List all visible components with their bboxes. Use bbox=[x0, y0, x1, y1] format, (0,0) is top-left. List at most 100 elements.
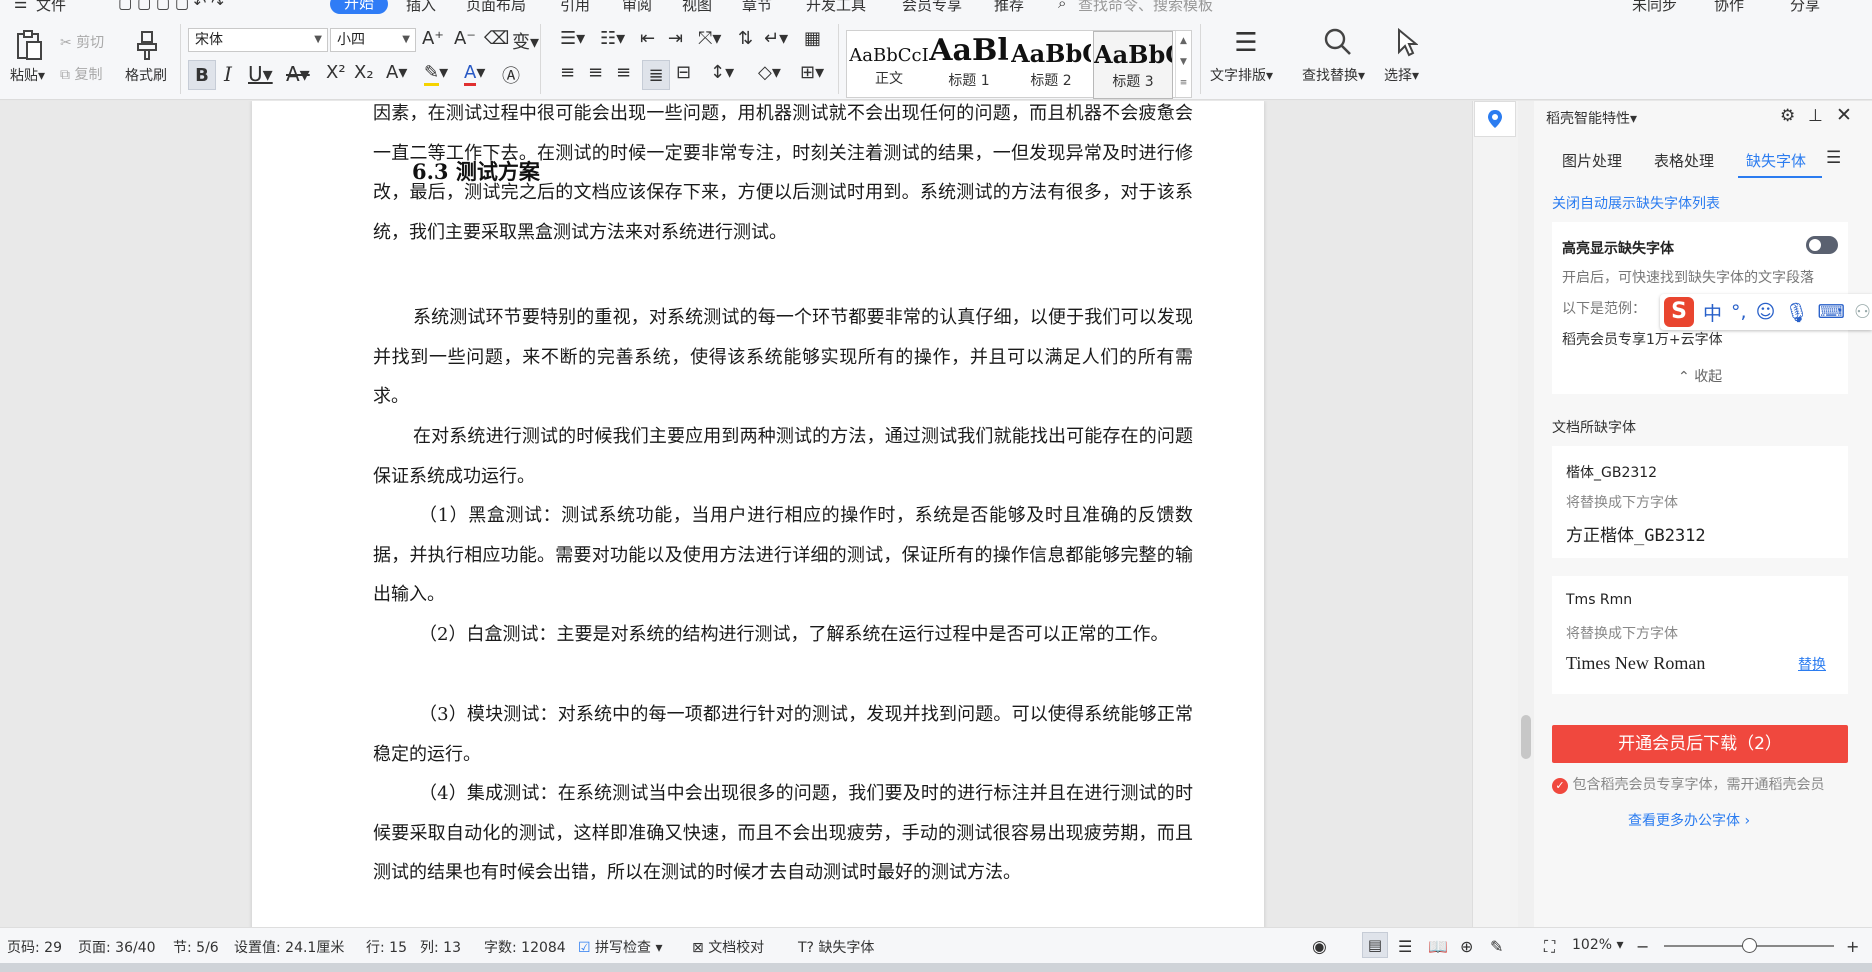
paste-icon[interactable] bbox=[12, 28, 46, 62]
cursor-select-icon[interactable] bbox=[1392, 26, 1422, 60]
location-pin-icon[interactable] bbox=[1474, 101, 1516, 137]
share-button[interactable]: 分享 bbox=[1790, 0, 1820, 14]
zoom-in-icon[interactable]: + bbox=[1846, 937, 1859, 956]
cut-button[interactable]: ✂ 剪切 bbox=[60, 32, 104, 52]
emoji-icon[interactable]: ☺ bbox=[1756, 301, 1776, 323]
skin-icon[interactable]: ⚇ bbox=[1854, 301, 1871, 323]
punctuation-icon[interactable]: °, bbox=[1731, 301, 1747, 323]
align-center-icon[interactable]: ≡ bbox=[588, 62, 603, 83]
page-code[interactable]: 页码: 29 bbox=[7, 937, 62, 957]
justify-icon[interactable]: ≣ bbox=[642, 60, 670, 90]
subscript-button[interactable]: X₂ bbox=[354, 62, 374, 83]
bullet-list-icon[interactable]: ☰▾ bbox=[560, 28, 585, 49]
highlight-icon[interactable]: ✎▾ bbox=[424, 62, 448, 86]
char-border-icon[interactable]: Ⓐ bbox=[502, 62, 520, 88]
pin-icon[interactable]: ⊥ bbox=[1808, 106, 1823, 126]
style-normal[interactable]: AaBbCcI 正文 bbox=[849, 31, 929, 99]
tab-review[interactable]: 审阅 bbox=[622, 0, 652, 14]
tab-table-processing[interactable]: 表格处理 bbox=[1654, 150, 1714, 171]
fit-page-icon[interactable]: ⛶ bbox=[1544, 937, 1555, 957]
bold-button[interactable]: B bbox=[188, 60, 216, 90]
quick-access-icons[interactable]: ▢ ▢ ▢ ▢ ↶ ↷ bbox=[118, 0, 224, 12]
tab-missing-fonts[interactable]: 缺失字体 bbox=[1746, 150, 1806, 171]
style-heading-2[interactable]: AaBbC 标题 2 bbox=[1011, 31, 1091, 99]
ime-mode[interactable]: 中 bbox=[1703, 299, 1722, 326]
zoom-slider-thumb[interactable] bbox=[1742, 938, 1757, 953]
menu-file[interactable]: 文件 bbox=[36, 0, 66, 14]
zoom-level[interactable]: 102% ▾ bbox=[1572, 937, 1624, 953]
increase-indent-icon[interactable]: ⇥ bbox=[668, 28, 683, 49]
align-right-icon[interactable]: ≡ bbox=[616, 62, 631, 83]
border-icon[interactable]: ⊞▾ bbox=[800, 62, 824, 83]
more-fonts-link[interactable]: 查看更多办公字体 › bbox=[1628, 810, 1750, 830]
align-left-icon[interactable]: ≡ bbox=[560, 62, 575, 83]
paragraph[interactable]: （3）模块测试：对系统中的每一项都进行针对的测试，发现并找到问题。可以使得系统能… bbox=[373, 695, 1193, 774]
text-layout-icon[interactable]: ☰ bbox=[1228, 26, 1264, 60]
scrollbar-track[interactable] bbox=[1518, 101, 1534, 927]
paragraph[interactable]: 在对系统进行测试的时候我们主要应用到两种测试的方法，通过测试我们就能找出可能存在… bbox=[373, 417, 1193, 496]
collapse-button[interactable]: ⌃ 收起 bbox=[1678, 366, 1722, 386]
tab-insert[interactable]: 插入 bbox=[406, 0, 436, 14]
paragraph[interactable]: 系统测试环节要特别的重视，对系统测试的每一个环节都要非常的认真仔细，以便于我们可… bbox=[373, 298, 1193, 417]
reading-view-icon[interactable]: 📖 bbox=[1428, 937, 1448, 956]
style-heading-3[interactable]: AaBbC 标题 3 bbox=[1093, 31, 1173, 99]
font-name-select[interactable]: 宋体 ▼ bbox=[188, 28, 328, 52]
section-heading[interactable]: 6.3 测试方案 bbox=[412, 156, 540, 186]
close-auto-show-link[interactable]: 关闭自动展示缺失字体列表 bbox=[1552, 193, 1720, 213]
ime-toolbar[interactable]: S 中 °, ☺ 🎙 ⌨ ⚇ bbox=[1660, 294, 1872, 330]
tab-recommend[interactable]: 推荐 bbox=[994, 0, 1024, 14]
close-icon[interactable]: ✕ bbox=[1836, 104, 1852, 126]
web-view-icon[interactable]: ⊕ bbox=[1460, 937, 1473, 956]
sync-status[interactable]: 未同步 bbox=[1632, 0, 1677, 14]
search-icon[interactable] bbox=[1320, 24, 1356, 60]
row-indicator[interactable]: 行: 15 bbox=[366, 937, 407, 957]
search-icon[interactable]: ⌕ bbox=[1058, 0, 1066, 12]
col-indicator[interactable]: 列: 13 bbox=[420, 937, 461, 957]
text-layout-button[interactable]: 文字排版▾ bbox=[1210, 65, 1273, 85]
write-icon[interactable]: ✎ bbox=[1490, 937, 1503, 956]
gear-icon[interactable]: ⚙ bbox=[1780, 106, 1795, 126]
page-view-icon[interactable]: ▤ bbox=[1362, 932, 1388, 958]
replace-button[interactable]: 替换 bbox=[1798, 654, 1826, 674]
tab-developer[interactable]: 开发工具 bbox=[806, 0, 866, 14]
eye-protect-icon[interactable]: ◉ bbox=[1312, 937, 1327, 957]
style-scroll[interactable]: ▲ ▼ ≡ bbox=[1175, 31, 1191, 97]
outline-view-icon[interactable]: ☰ bbox=[1398, 937, 1412, 956]
shrink-font-icon[interactable]: A⁻ bbox=[454, 28, 476, 49]
paragraph[interactable]: （4）集成测试：在系统测试当中会出现很多的问题，我们要及时的进行标注并且在进行测… bbox=[373, 774, 1193, 920]
superscript-button[interactable]: X² bbox=[326, 62, 346, 83]
text-direction-icon[interactable]: ⤧▾ bbox=[698, 28, 721, 49]
paragraph[interactable]: （2）白盒测试：主要是对系统的结构进行测试，了解系统在运行过程中是否可以正常的工… bbox=[373, 615, 1193, 655]
table-grid-icon[interactable]: ▦ bbox=[804, 28, 821, 49]
sogou-logo-icon[interactable]: S bbox=[1664, 297, 1694, 327]
font-size-select[interactable]: 小四 ▼ bbox=[330, 28, 416, 52]
tab-references[interactable]: 引用 bbox=[560, 0, 590, 14]
select-button[interactable]: 选择▾ bbox=[1384, 65, 1419, 85]
keyboard-icon[interactable]: ⌨ bbox=[1818, 301, 1845, 323]
section-indicator[interactable]: 节: 5/6 bbox=[173, 937, 219, 957]
panel-title[interactable]: 稻壳智能特性▾ bbox=[1546, 108, 1637, 128]
italic-button[interactable]: I bbox=[224, 62, 232, 86]
scrollbar-thumb[interactable] bbox=[1521, 715, 1531, 759]
font-color-icon[interactable]: A▾ bbox=[464, 62, 485, 86]
paste-label[interactable]: 粘贴▾ bbox=[10, 65, 45, 85]
menu-icon[interactable]: ☰ bbox=[1826, 148, 1841, 168]
line-break-icon[interactable]: ↵▾ bbox=[764, 28, 788, 49]
numbered-list-icon[interactable]: ☷▾ bbox=[600, 28, 625, 49]
strikethrough-button[interactable]: A▾ bbox=[286, 62, 310, 86]
format-painter-label[interactable]: 格式刷 bbox=[125, 65, 167, 85]
spell-check-button[interactable]: ☑ 拼写检查 ▾ bbox=[578, 937, 663, 957]
zoom-out-icon[interactable]: − bbox=[1636, 937, 1649, 956]
copy-button[interactable]: ⧉ 复制 bbox=[60, 64, 102, 84]
tab-page-layout[interactable]: 页面布局 bbox=[466, 0, 526, 14]
download-fonts-button[interactable]: 开通会员后下载（2） bbox=[1552, 725, 1848, 763]
line-spacing-icon[interactable]: ↕▾ bbox=[710, 62, 734, 83]
clear-format-icon[interactable]: ⌫ bbox=[484, 28, 509, 49]
collab-button[interactable]: 协作 bbox=[1714, 0, 1744, 14]
text-effect-button[interactable]: A▾ bbox=[386, 62, 407, 83]
microphone-icon[interactable]: 🎙 bbox=[1784, 301, 1808, 324]
doc-proof-button[interactable]: ⊠ 文档校对 bbox=[692, 937, 764, 957]
missing-font-button[interactable]: T? 缺失字体 bbox=[798, 937, 874, 957]
paragraph[interactable]: （1）黑盒测试：测试系统功能，当用户进行相应的操作时，系统是否能够及时且准确的反… bbox=[373, 496, 1193, 615]
decrease-indent-icon[interactable]: ⇤ bbox=[640, 28, 655, 49]
